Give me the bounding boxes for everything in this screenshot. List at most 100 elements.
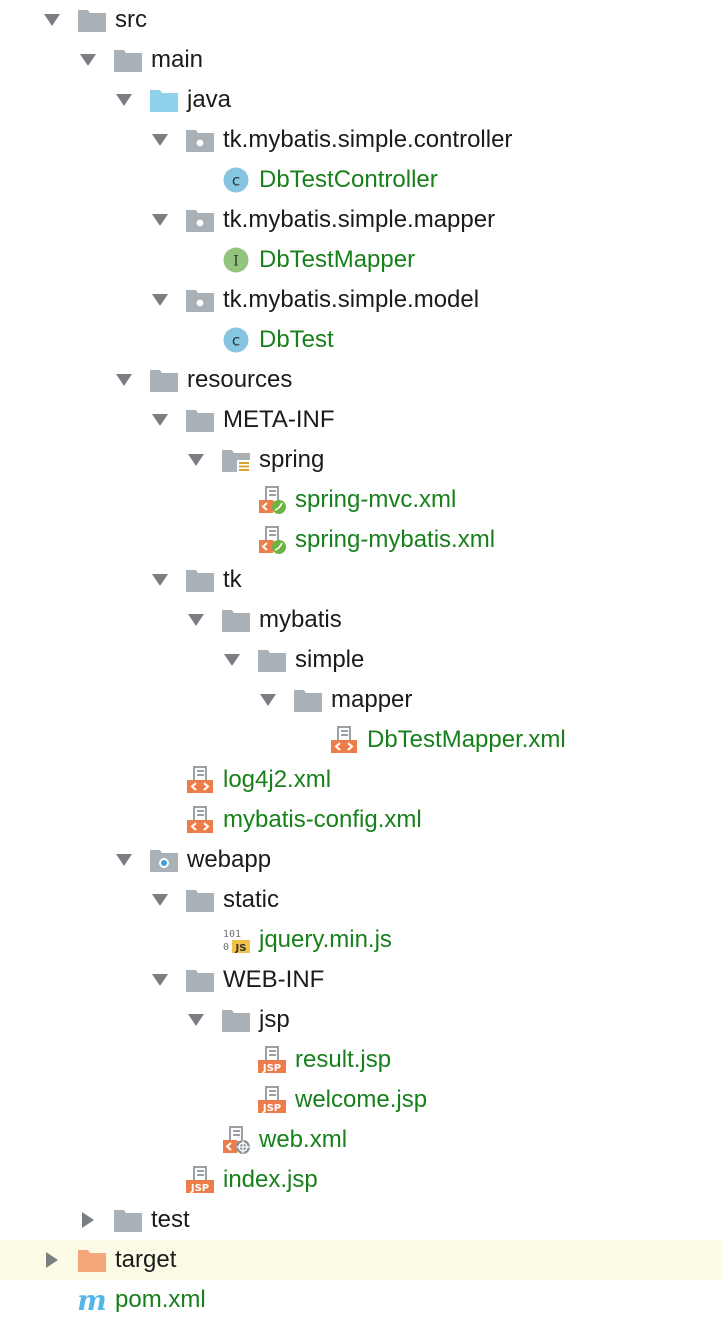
folder-icon — [185, 566, 215, 594]
expand-arrow-down-icon[interactable] — [43, 12, 61, 28]
tree-item-webapp[interactable]: webapp — [0, 840, 722, 880]
tree-item-label: webapp — [187, 846, 272, 873]
tree-item-label: DbTest — [259, 326, 334, 353]
jsp-file-icon: JSP — [257, 1046, 287, 1074]
expand-arrow-down-icon[interactable] — [151, 212, 169, 228]
interface-icon: I — [221, 246, 251, 274]
svg-text:I: I — [233, 254, 239, 270]
tree-item-dbtest[interactable]: c DbTest — [0, 320, 722, 360]
class-icon: c — [221, 326, 251, 354]
xml-file-icon — [329, 726, 359, 754]
expand-arrow-down-icon[interactable] — [115, 372, 133, 388]
svg-text:JSP: JSP — [262, 1063, 281, 1074]
tree-item-target[interactable]: target — [0, 1240, 722, 1280]
tree-item-label: test — [151, 1206, 190, 1233]
expand-arrow-down-icon[interactable] — [151, 292, 169, 308]
expand-arrow-down-icon[interactable] — [79, 52, 97, 68]
tree-item-label: spring — [259, 446, 325, 473]
tree-item-index-jsp[interactable]: JSP index.jsp — [0, 1160, 722, 1200]
tree-item-java[interactable]: java — [0, 80, 722, 120]
tree-item-web-inf[interactable]: WEB-INF — [0, 960, 722, 1000]
tree-item-label: main — [151, 46, 204, 73]
tree-item-pom-xml[interactable]: m pom.xml — [0, 1280, 722, 1320]
collapse-arrow-right-icon[interactable] — [43, 1252, 61, 1268]
tree-item-web-xml[interactable]: web.xml — [0, 1120, 722, 1160]
folder-icon — [257, 646, 287, 674]
tree-item-mapper-package[interactable]: tk.mybatis.simple.mapper — [0, 200, 722, 240]
expand-arrow-down-icon[interactable] — [259, 692, 277, 708]
class-icon: c — [221, 166, 251, 194]
svg-text:c: c — [232, 332, 240, 350]
tree-item-dbtestmapper[interactable]: I DbTestMapper — [0, 240, 722, 280]
expand-arrow-down-icon[interactable] — [115, 852, 133, 868]
tree-item-jsp-folder[interactable]: jsp — [0, 1000, 722, 1040]
folder-icon — [185, 966, 215, 994]
tree-item-mybatis-config-xml[interactable]: mybatis-config.xml — [0, 800, 722, 840]
tree-item-mapper-folder[interactable]: mapper — [0, 680, 722, 720]
tree-item-simple[interactable]: simple — [0, 640, 722, 680]
tree-item-label: tk.mybatis.simple.controller — [223, 126, 513, 153]
tree-item-dbtestcontroller[interactable]: c DbTestController — [0, 160, 722, 200]
tree-item-main[interactable]: main — [0, 40, 722, 80]
folder-icon — [77, 6, 107, 34]
tree-item-test[interactable]: test — [0, 1200, 722, 1240]
tree-item-label: jquery.min.js — [259, 926, 392, 953]
tree-item-label: pom.xml — [115, 1286, 206, 1313]
tree-item-spring-mybatis-xml[interactable]: spring-mybatis.xml — [0, 520, 722, 560]
jsp-file-icon: JSP — [257, 1086, 287, 1114]
svg-text:m: m — [77, 1286, 107, 1314]
collapse-arrow-right-icon[interactable] — [79, 1212, 97, 1228]
tree-item-label: mybatis-config.xml — [223, 806, 422, 833]
web-folder-icon — [149, 846, 179, 874]
resource-folder-icon — [221, 446, 251, 474]
expand-arrow-down-icon[interactable] — [115, 92, 133, 108]
tree-item-resources[interactable]: resources — [0, 360, 722, 400]
svg-text:JSP: JSP — [262, 1103, 281, 1114]
expand-arrow-down-icon[interactable] — [151, 412, 169, 428]
expand-arrow-down-icon[interactable] — [223, 652, 241, 668]
source-folder-icon — [149, 86, 179, 114]
tree-item-label: tk.mybatis.simple.mapper — [223, 206, 496, 233]
tree-item-label: mapper — [331, 686, 413, 713]
tree-item-mybatis[interactable]: mybatis — [0, 600, 722, 640]
tree-item-label: DbTestMapper.xml — [367, 726, 566, 753]
tree-item-label: src — [115, 6, 147, 33]
folder-icon — [185, 886, 215, 914]
tree-item-controller-package[interactable]: tk.mybatis.simple.controller — [0, 120, 722, 160]
expand-arrow-down-icon[interactable] — [187, 612, 205, 628]
tree-item-log4j2-xml[interactable]: log4j2.xml — [0, 760, 722, 800]
folder-icon — [293, 686, 323, 714]
tree-item-label: index.jsp — [223, 1166, 318, 1193]
expand-arrow-down-icon[interactable] — [187, 1012, 205, 1028]
tree-item-model-package[interactable]: tk.mybatis.simple.model — [0, 280, 722, 320]
svg-text:c: c — [232, 172, 240, 190]
tree-item-dbtestmapper-xml[interactable]: DbTestMapper.xml — [0, 720, 722, 760]
tree-item-static[interactable]: static — [0, 880, 722, 920]
tree-item-label: spring-mybatis.xml — [295, 526, 496, 553]
folder-icon — [113, 46, 143, 74]
expand-arrow-down-icon[interactable] — [151, 972, 169, 988]
expand-arrow-down-icon[interactable] — [187, 452, 205, 468]
xml-file-icon — [185, 806, 215, 834]
expand-arrow-down-icon[interactable] — [151, 572, 169, 588]
tree-item-label: DbTestController — [259, 166, 438, 193]
tree-item-label: simple — [295, 646, 365, 673]
maven-icon: m — [77, 1286, 107, 1314]
tree-item-spring-mvc-xml[interactable]: spring-mvc.xml — [0, 480, 722, 520]
tree-item-label: tk — [223, 566, 242, 593]
spring-xml-icon — [257, 526, 287, 554]
tree-item-welcome-jsp[interactable]: JSP welcome.jsp — [0, 1080, 722, 1120]
tree-item-src[interactable]: src — [0, 0, 722, 40]
jsp-file-icon: JSP — [185, 1166, 215, 1194]
expand-arrow-down-icon[interactable] — [151, 132, 169, 148]
tree-item-tk[interactable]: tk — [0, 560, 722, 600]
tree-item-meta-inf[interactable]: META-INF — [0, 400, 722, 440]
tree-item-label: tk.mybatis.simple.model — [223, 286, 480, 313]
tree-item-result-jsp[interactable]: JSP result.jsp — [0, 1040, 722, 1080]
expand-arrow-down-icon[interactable] — [151, 892, 169, 908]
tree-item-label: target — [115, 1246, 177, 1273]
js-file-icon: 101 0 JS — [221, 926, 251, 954]
folder-icon — [113, 1206, 143, 1234]
tree-item-jquery-min-js[interactable]: 101 0 JS jquery.min.js — [0, 920, 722, 960]
tree-item-spring[interactable]: spring — [0, 440, 722, 480]
